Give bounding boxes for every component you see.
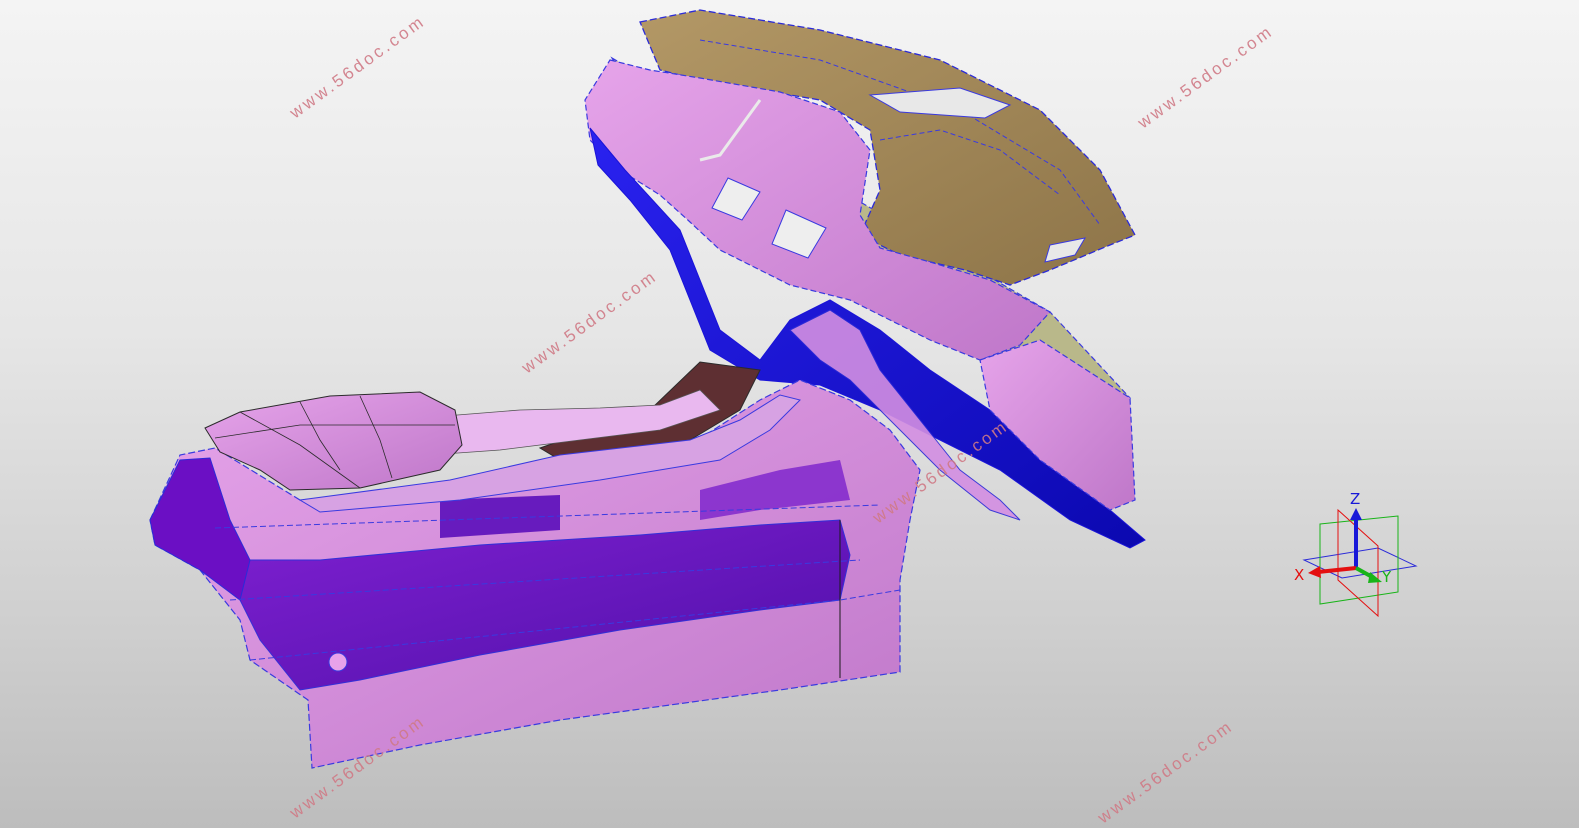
y-axis-label: Y: [1381, 568, 1392, 586]
z-axis-label: Z: [1350, 490, 1360, 508]
console-3d-model[interactable]: [0, 0, 1579, 828]
cad-viewport[interactable]: www.56doc.com www.56doc.com www.56doc.co…: [0, 0, 1579, 828]
x-axis: [1317, 566, 1357, 574]
axis-triad[interactable]: Z X Y: [1290, 488, 1430, 623]
x-arrow-icon: [1308, 566, 1321, 578]
z-arrow-icon: [1350, 508, 1362, 520]
x-axis-label: X: [1294, 566, 1304, 584]
y-arrow-icon: [1368, 572, 1382, 583]
